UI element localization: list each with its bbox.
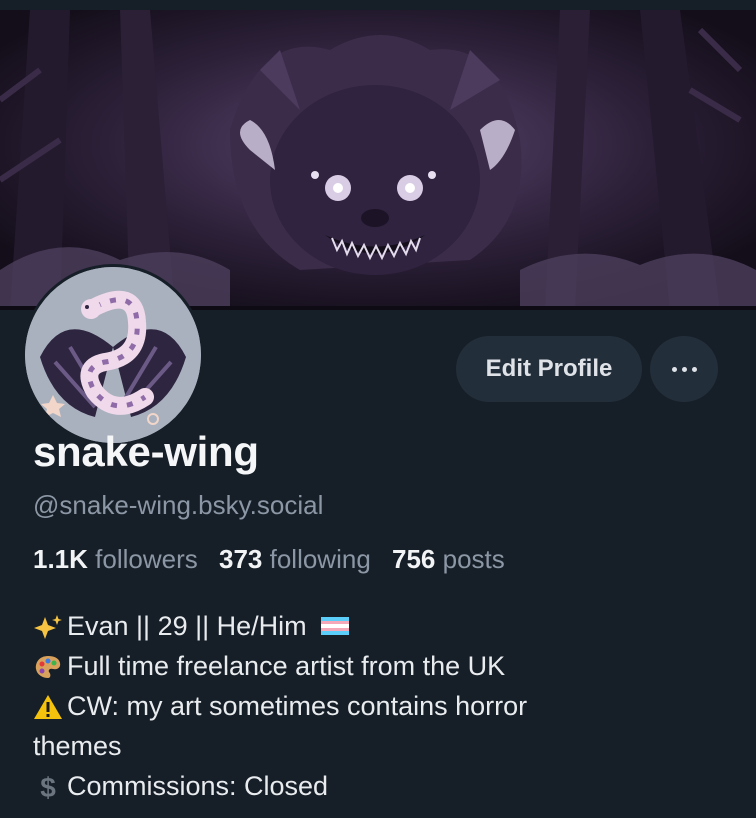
avatar-image [25, 267, 201, 443]
posts-count: 756 [392, 544, 436, 574]
warning-icon [33, 692, 63, 720]
svg-text:$: $ [40, 773, 56, 801]
bio-line: $ Commissions: Closed [33, 766, 527, 806]
snake-wing-avatar-art [25, 267, 201, 443]
bio-line: CW: my art sometimes contains horror [33, 686, 527, 726]
more-options-button[interactable] [650, 336, 718, 402]
profile-stats: 1.1K followers 373 following 756 posts [33, 544, 505, 575]
edit-profile-button[interactable]: Edit Profile [456, 336, 642, 402]
following-label: following [269, 544, 371, 574]
bio-text-3: CW: my art sometimes contains horror [67, 691, 528, 721]
bio-text-2: Full time freelance artist from the UK [67, 651, 506, 681]
posts-label: posts [442, 544, 505, 574]
bio-line: Evan || 29 || He/Him [33, 606, 527, 646]
edit-profile-label: Edit Profile [485, 355, 613, 382]
trans-flag-icon [320, 617, 349, 635]
following-count: 373 [218, 544, 263, 574]
profile-bio: Evan || 29 || He/Him Full time freelance… [33, 606, 527, 806]
bio-text-5: Commissions: Closed [67, 771, 329, 801]
avatar[interactable] [22, 264, 204, 446]
display-name: snake-wing [33, 428, 259, 475]
followers-label: followers [95, 544, 198, 574]
sparkles-icon [33, 612, 63, 640]
bio-line: themes [33, 726, 527, 766]
bio-text-4: themes [33, 731, 122, 761]
ellipsis-icon [671, 366, 697, 372]
bio-text-1: Evan || 29 || He/Him [67, 611, 307, 641]
palette-icon [33, 652, 63, 680]
profile-page: Edit Profile snake-wing @snake-wing.bsky… [0, 0, 756, 818]
followers-count: 1.1K [33, 544, 88, 574]
profile-handle: @snake-wing.bsky.social [33, 490, 324, 520]
following-link[interactable]: 373 following [219, 544, 371, 574]
followers-link[interactable]: 1.1K followers [33, 544, 198, 574]
posts-stat: 756 posts [392, 544, 505, 574]
dollar-sign-icon: $ [33, 772, 63, 803]
bio-line: Full time freelance artist from the UK [33, 646, 527, 686]
